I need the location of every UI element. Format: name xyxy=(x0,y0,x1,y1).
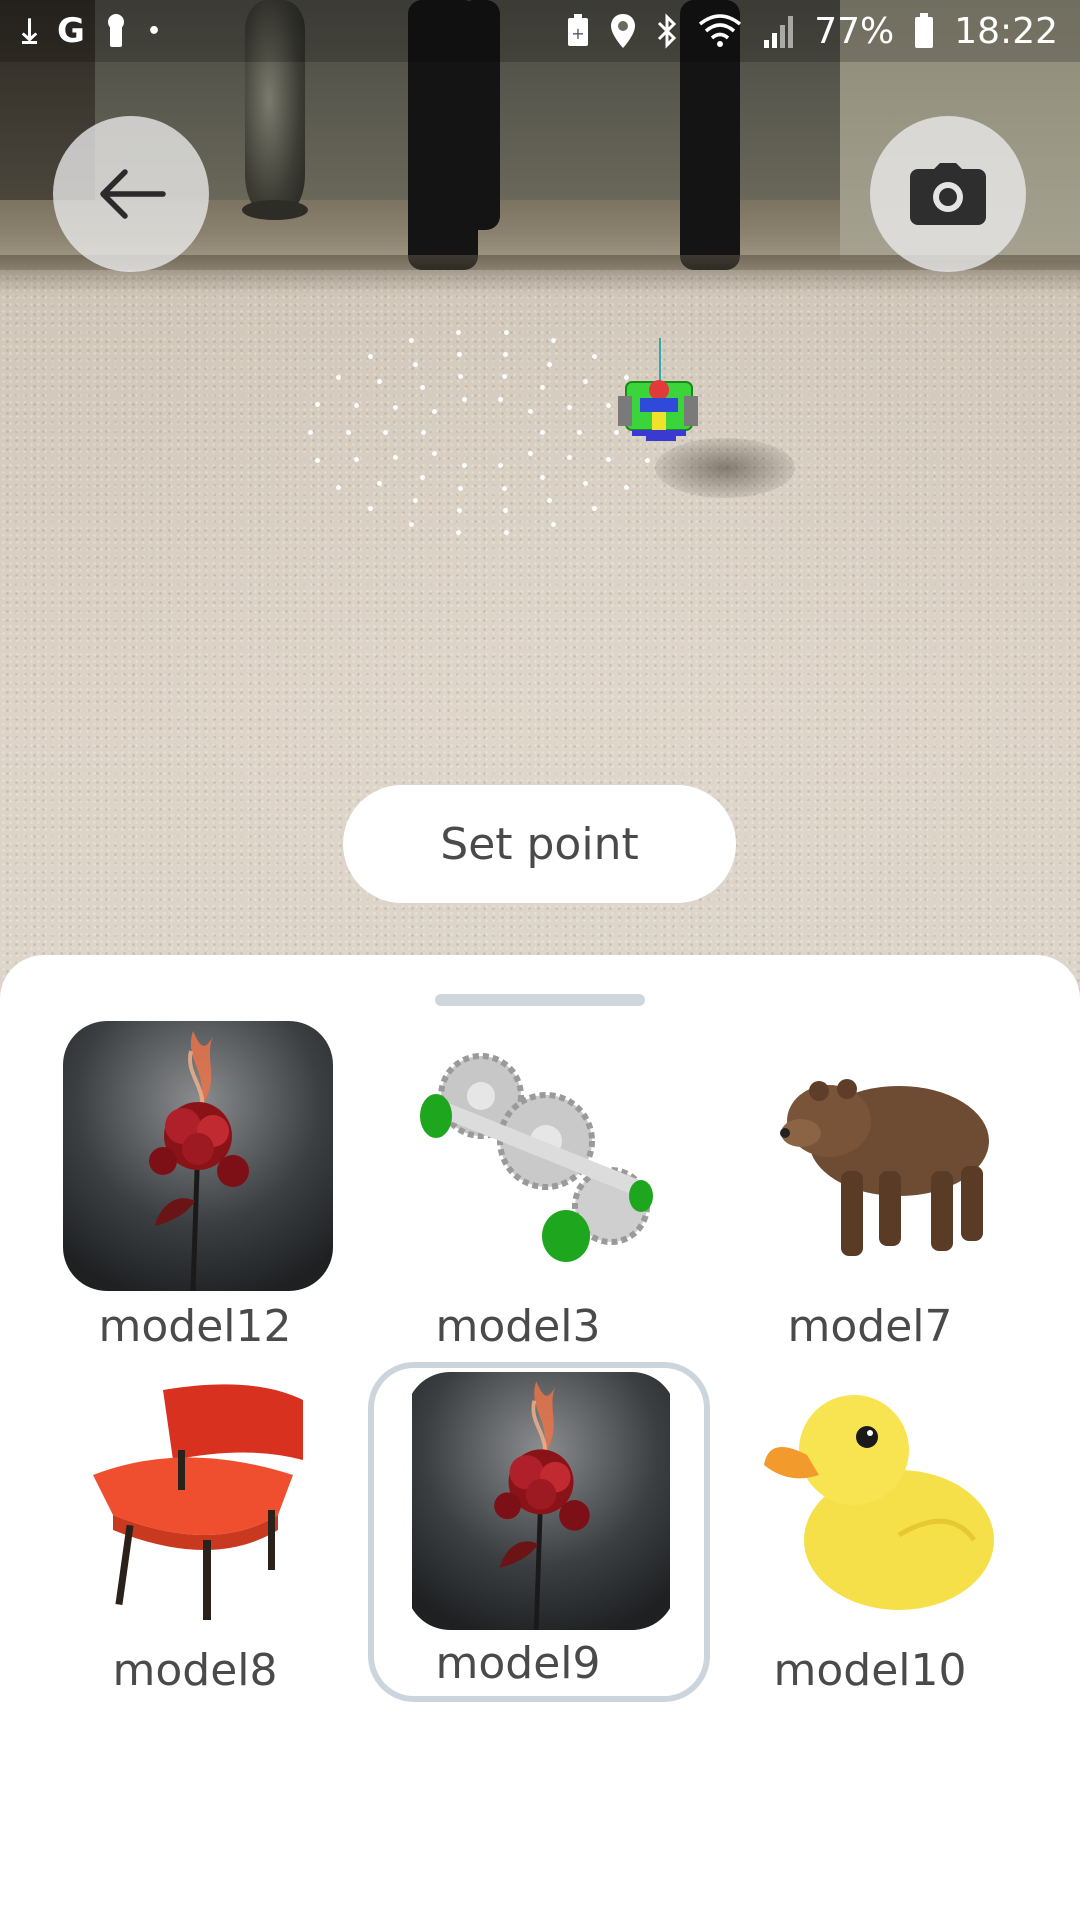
arrow-left-icon xyxy=(100,169,166,219)
plane-dot xyxy=(383,430,389,435)
plane-dot xyxy=(644,458,650,464)
plane-dot xyxy=(547,361,553,367)
set-point-button[interactable]: Set point xyxy=(343,785,736,903)
plane-dot xyxy=(567,454,573,460)
plane-dot xyxy=(528,450,534,456)
model-label: model9 xyxy=(435,1638,601,1689)
plane-dot xyxy=(582,379,588,385)
plane-dot xyxy=(592,506,598,512)
plane-dot xyxy=(606,402,612,408)
plane-dot xyxy=(335,484,341,490)
plane-dot xyxy=(315,458,321,464)
plane-dot xyxy=(498,463,504,469)
plane-dot xyxy=(456,507,462,513)
plane-dot xyxy=(458,485,464,491)
plane-dot xyxy=(576,430,582,435)
plane-dot xyxy=(503,352,509,358)
plane-dot xyxy=(503,507,509,513)
plane-dot xyxy=(315,401,321,407)
model-item-model10[interactable]: model10 xyxy=(711,1365,1019,1696)
gear-assembly-thumbnail xyxy=(406,1021,676,1291)
plane-dot xyxy=(412,498,418,504)
plane-dot xyxy=(377,379,383,385)
plane-dot xyxy=(392,454,398,460)
plane-dot xyxy=(308,430,314,435)
plane-dot xyxy=(540,385,546,391)
download-icon: ⤓ xyxy=(22,11,38,51)
signal-icon xyxy=(764,16,794,48)
model-item-model8[interactable]: model8 xyxy=(25,1365,333,1696)
plane-dot xyxy=(461,463,467,469)
duck-thumbnail xyxy=(749,1365,1019,1635)
plane-dot xyxy=(353,402,359,408)
plane-dot xyxy=(335,375,341,381)
battery-icon xyxy=(915,13,934,48)
plane-dot xyxy=(392,405,398,411)
google-icon: G xyxy=(57,11,85,51)
plane-dot xyxy=(582,480,588,486)
plane-dot xyxy=(367,353,373,359)
model-item-model3[interactable]: model3 xyxy=(368,1021,676,1352)
model-item-model9[interactable]: model9 xyxy=(368,1372,670,1702)
dot-icon: • xyxy=(146,18,162,44)
camera-icon xyxy=(910,163,986,225)
bluetooth-icon xyxy=(658,13,677,49)
plane-dot xyxy=(528,409,534,415)
plane-dot xyxy=(498,396,504,402)
model-item-model7[interactable]: model7 xyxy=(711,1021,1019,1352)
plane-dot xyxy=(540,474,546,480)
plane-dot xyxy=(501,485,507,491)
plane-dot xyxy=(547,498,553,504)
background-vase-base xyxy=(242,200,308,220)
status-bar: ⤓ G • + 77% 18:22 xyxy=(0,0,1080,62)
capture-photo-button[interactable] xyxy=(870,116,1026,272)
plane-dot xyxy=(377,480,383,486)
plane-dot xyxy=(624,484,630,490)
plane-dot xyxy=(408,338,414,344)
plane-dot xyxy=(551,521,557,527)
model-label: model10 xyxy=(773,1645,967,1696)
plane-dot xyxy=(458,374,464,380)
bench-thumbnail xyxy=(63,1365,333,1635)
plane-dot xyxy=(501,374,507,380)
plane-dot xyxy=(367,506,373,512)
plane-dot xyxy=(551,338,557,344)
model-item-model12[interactable]: model12 xyxy=(25,1021,333,1352)
plane-dot xyxy=(345,430,351,435)
plane-dot xyxy=(408,521,414,527)
back-button[interactable] xyxy=(53,116,209,272)
plane-dot xyxy=(431,409,437,415)
wifi-icon xyxy=(699,14,742,47)
sheet-drag-handle[interactable] xyxy=(435,994,645,1006)
plane-dot xyxy=(412,361,418,367)
placed-3d-model[interactable] xyxy=(612,338,704,448)
plane-dot xyxy=(353,457,359,463)
plane-dot xyxy=(504,529,510,535)
svg-text:+: + xyxy=(572,24,585,43)
battery-saver-icon: + xyxy=(568,14,589,46)
plane-dot xyxy=(455,330,461,336)
rose-thumbnail xyxy=(412,1372,670,1630)
plane-dot xyxy=(504,330,510,336)
rose-thumbnail xyxy=(63,1021,333,1291)
model-label: model7 xyxy=(787,1301,953,1352)
battery-percent: 77% xyxy=(814,10,895,52)
plane-dot xyxy=(419,385,425,391)
plane-dot xyxy=(539,430,545,435)
plane-dot xyxy=(456,352,462,358)
model-label: model3 xyxy=(435,1301,601,1352)
clock: 18:22 xyxy=(954,10,1058,52)
plane-dot xyxy=(567,405,573,411)
plane-dot xyxy=(420,430,426,435)
keyhole-icon xyxy=(107,14,124,47)
bear-thumbnail xyxy=(749,1021,1019,1291)
plane-dot xyxy=(592,353,598,359)
plane-dot xyxy=(419,474,425,480)
plane-dot xyxy=(431,450,437,456)
plane-dot xyxy=(455,529,461,535)
location-icon xyxy=(611,14,636,48)
plane-dot xyxy=(461,396,467,402)
plane-dot xyxy=(606,457,612,463)
